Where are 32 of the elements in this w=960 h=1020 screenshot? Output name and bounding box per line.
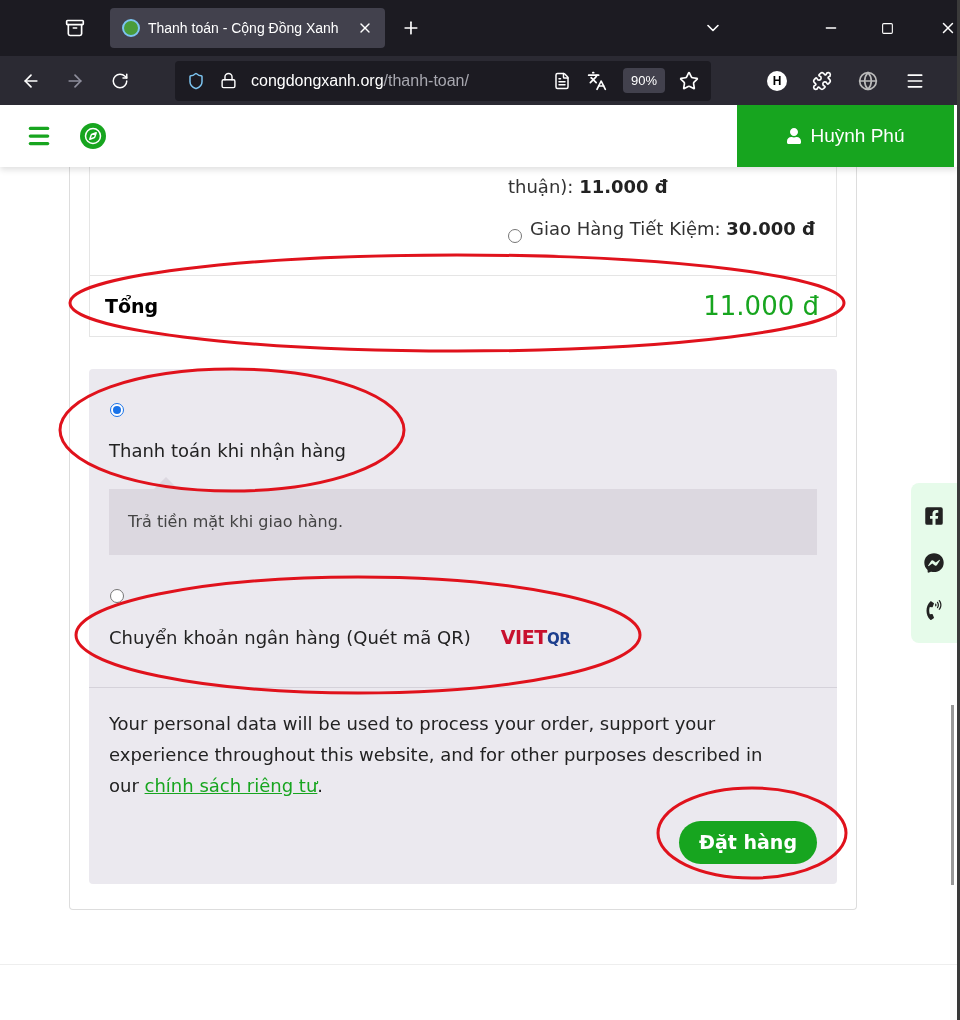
maximize-icon[interactable] — [881, 21, 895, 35]
extensions-icon[interactable] — [812, 70, 832, 91]
radio-button[interactable] — [110, 589, 124, 603]
radio-button[interactable] — [110, 403, 124, 417]
shipping-option: thuận): 11.000 đ — [508, 171, 668, 203]
address-bar[interactable]: congdongxanh.org/thanh-toan/ 90% — [175, 60, 711, 101]
total-label: Tổng — [105, 293, 159, 319]
profile-avatar[interactable]: H — [767, 70, 787, 91]
translate-icon[interactable] — [586, 70, 607, 91]
tab-title: Thanh toán - Cộng Đồng Xanh — [147, 18, 340, 38]
privacy-notice: Your personal data will be used to process your order, support your experience throughout this website, and for other purposes described in our chính sách riêng tư. — [109, 711, 764, 798]
user-icon — [786, 128, 803, 144]
payment-description: Trả tiền mặt khi giao hàng. — [109, 477, 817, 555]
tab-list-icon[interactable] — [65, 18, 85, 38]
reload-icon[interactable] — [111, 71, 129, 90]
payment-method-label[interactable]: Chuyển khoản ngân hàng (Quét mã QR) — [109, 623, 471, 651]
reader-view-icon[interactable] — [552, 71, 571, 90]
facebook-icon[interactable] — [924, 506, 944, 527]
messenger-icon[interactable] — [924, 553, 944, 573]
browser-tab[interactable]: Thanh toán - Cộng Đồng Xanh — [109, 8, 386, 48]
total-amount: 11.000 đ — [703, 289, 819, 323]
bookmark-star-icon[interactable] — [679, 70, 699, 91]
shipping-option: Giao Hàng Tiết Kiệm: 30.000 đ — [530, 213, 815, 245]
vietqr-logo: VIETQR — [500, 625, 571, 650]
payment-method-label[interactable]: Thanh toán khi nhận hàng — [109, 437, 346, 464]
zoom-level[interactable]: 90% — [622, 67, 665, 94]
lock-icon — [220, 72, 237, 89]
radio-button[interactable] — [508, 229, 522, 243]
compass-icon[interactable] — [80, 123, 106, 149]
shield-icon — [187, 71, 205, 90]
phone-icon[interactable] — [924, 599, 944, 620]
url-text: congdongxanh.org/thanh-toan/ — [251, 70, 469, 91]
